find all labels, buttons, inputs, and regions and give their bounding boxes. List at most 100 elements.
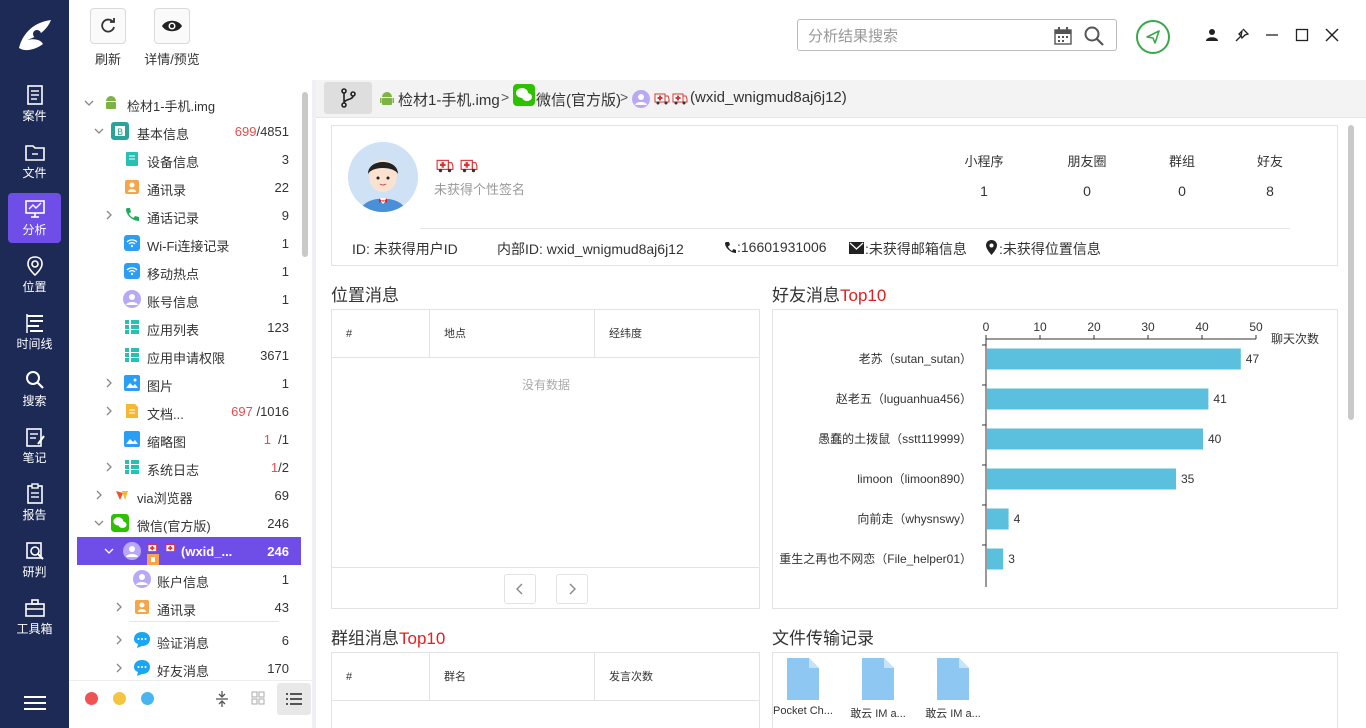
- phone-icon: [126, 208, 139, 221]
- grid-view-icon[interactable]: [251, 691, 265, 705]
- tree-count-wrap: 3671: [260, 348, 289, 363]
- stat-groups[interactable]: 群组 0: [1152, 151, 1212, 199]
- list-view-button[interactable]: [277, 683, 311, 715]
- tree-item-selected-account[interactable]: (wxid_... 246: [77, 537, 301, 565]
- nav-item-location[interactable]: 位置: [8, 250, 61, 300]
- nav-item-judge[interactable]: 研判: [8, 535, 61, 585]
- file-icon: [787, 658, 819, 700]
- chevron-right-icon[interactable]: [103, 461, 115, 473]
- nav-item-report[interactable]: 报告: [8, 478, 61, 528]
- column-header[interactable]: #: [332, 310, 430, 358]
- tree-item-friend-messages[interactable]: 好友消息 170: [77, 654, 301, 682]
- tree-item-documents[interactable]: 文档... 697 /1016: [77, 397, 301, 425]
- nav-item-timeline[interactable]: 时间线: [8, 307, 61, 357]
- chevron-down-icon[interactable]: [93, 517, 105, 529]
- send-button[interactable]: [1136, 20, 1170, 54]
- column-header[interactable]: 地点: [430, 310, 595, 358]
- prev-page-button[interactable]: [504, 574, 536, 604]
- chevron-right-icon[interactable]: [113, 634, 125, 646]
- maximize-button[interactable]: [1292, 25, 1312, 45]
- tree-count-red: 697: [231, 404, 253, 419]
- column-header[interactable]: #: [332, 653, 430, 701]
- tree-item-wifi[interactable]: Wi-Fi连接记录 1: [77, 229, 301, 257]
- nav-item-search[interactable]: 搜索: [8, 364, 61, 414]
- nav-item-folder[interactable]: 文件: [8, 136, 61, 186]
- detail-preview-button[interactable]: 详情/预览: [137, 8, 207, 68]
- nav-item-note[interactable]: 笔记: [8, 421, 61, 471]
- tree-item-call-log[interactable]: 通话记录 9: [77, 201, 301, 229]
- tree-scrollbar[interactable]: [302, 92, 308, 257]
- tree-item-basic-info[interactable]: B 基本信息 699/4851: [77, 117, 301, 145]
- close-icon: [1325, 28, 1339, 42]
- stat-value: 8: [1266, 183, 1274, 199]
- branch-button[interactable]: [324, 82, 372, 114]
- column-header[interactable]: 群名: [430, 653, 595, 701]
- stat-miniprogram[interactable]: 小程序 1: [954, 151, 1014, 199]
- tree-count: 1: [281, 572, 289, 587]
- pin-button[interactable]: [1232, 25, 1252, 45]
- collapse-icon[interactable]: [214, 690, 230, 708]
- tree-item-wechat[interactable]: 微信(官方版) 246: [77, 509, 301, 537]
- nav-item-toolbox[interactable]: 工具箱: [8, 592, 61, 642]
- chevron-down-icon[interactable]: [93, 125, 105, 137]
- refresh-button[interactable]: 刷新: [73, 8, 143, 68]
- file-item[interactable]: 敢云 IM a...: [847, 658, 909, 721]
- column-header[interactable]: 经纬度: [595, 310, 759, 358]
- nav-label: 时间线: [16, 337, 53, 351]
- friends-title-text: 好友消息: [772, 286, 840, 305]
- tree-item-contacts[interactable]: 通讯录 22: [77, 173, 301, 201]
- minimize-button[interactable]: [1262, 25, 1282, 45]
- message-bubble-icon: [134, 632, 150, 648]
- tree-item-wechat-contacts[interactable]: 通讯录 43: [77, 593, 301, 621]
- divider: [420, 228, 1290, 229]
- blue-dot[interactable]: [141, 692, 154, 705]
- tree-count: 3: [281, 152, 289, 167]
- column-header[interactable]: 发言次数: [595, 653, 759, 701]
- calendar-icon[interactable]: [1053, 26, 1073, 46]
- nav-item-case[interactable]: 案件: [8, 79, 61, 129]
- yellow-dot[interactable]: [113, 692, 126, 705]
- chevron-down-icon[interactable]: [103, 545, 115, 557]
- user-button[interactable]: [1202, 25, 1222, 45]
- breadcrumb-account[interactable]: (wxid_wnigmud8aj6j12): [690, 89, 847, 106]
- search-input[interactable]: [808, 26, 1038, 46]
- main-scrollbar[interactable]: [1348, 125, 1354, 420]
- tree-icon-wrap: [123, 430, 141, 448]
- tree-item-hotspot[interactable]: 移动热点 1: [77, 257, 301, 285]
- chevron-right-icon[interactable]: [113, 662, 125, 674]
- tree-root-image[interactable]: 检材1-手机.img: [77, 89, 301, 117]
- search-icon[interactable]: [1083, 25, 1105, 47]
- tree-item-via-browser[interactable]: via浏览器 69: [77, 481, 301, 509]
- stat-moments[interactable]: 朋友圈 0: [1057, 151, 1117, 199]
- eye-icon: [162, 20, 182, 32]
- tree-item-app-list[interactable]: 应用列表 123: [77, 313, 301, 341]
- tree-item-system-log[interactable]: 系统日志 1/2: [77, 453, 301, 481]
- breadcrumb-image[interactable]: 检材1-手机.img: [398, 89, 500, 110]
- tree-item-verify-messages[interactable]: 验证消息 6: [77, 626, 301, 654]
- tree-count-wrap: 6: [282, 633, 289, 648]
- breadcrumb-wechat[interactable]: 微信(官方版): [536, 89, 621, 110]
- stat-friends[interactable]: 好友 8: [1240, 151, 1300, 199]
- nav-item-analysis[interactable]: 分析: [8, 193, 61, 243]
- files-section-title: 文件传输记录: [772, 629, 874, 648]
- chevron-down-icon[interactable]: [83, 97, 95, 109]
- file-item[interactable]: Pocket Ch...: [772, 658, 834, 717]
- stat-value: 0: [1083, 183, 1091, 199]
- tree-item-thumbnails[interactable]: 缩略图 1 /1: [77, 425, 301, 453]
- tree-item-account-details[interactable]: 账户信息 1: [77, 565, 301, 593]
- chevron-right-icon[interactable]: [113, 601, 125, 613]
- chevron-right-icon[interactable]: [103, 209, 115, 221]
- chevron-right-icon[interactable]: [103, 405, 115, 417]
- close-button[interactable]: [1322, 25, 1342, 45]
- file-item[interactable]: 敢云 IM a...: [922, 658, 984, 721]
- tree-item-account-info[interactable]: 账号信息 1: [77, 285, 301, 313]
- chevron-right-icon[interactable]: [103, 377, 115, 389]
- red-dot[interactable]: [85, 692, 98, 705]
- chevron-right-icon[interactable]: [93, 489, 105, 501]
- tree-item-device-info[interactable]: 设备信息 3: [77, 145, 301, 173]
- tree-count: 246: [267, 544, 289, 559]
- tree-item-permissions[interactable]: 应用申请权限 3671: [77, 341, 301, 369]
- tree-item-images[interactable]: 图片 1: [77, 369, 301, 397]
- menu-icon[interactable]: [24, 694, 46, 712]
- next-page-button[interactable]: [556, 574, 588, 604]
